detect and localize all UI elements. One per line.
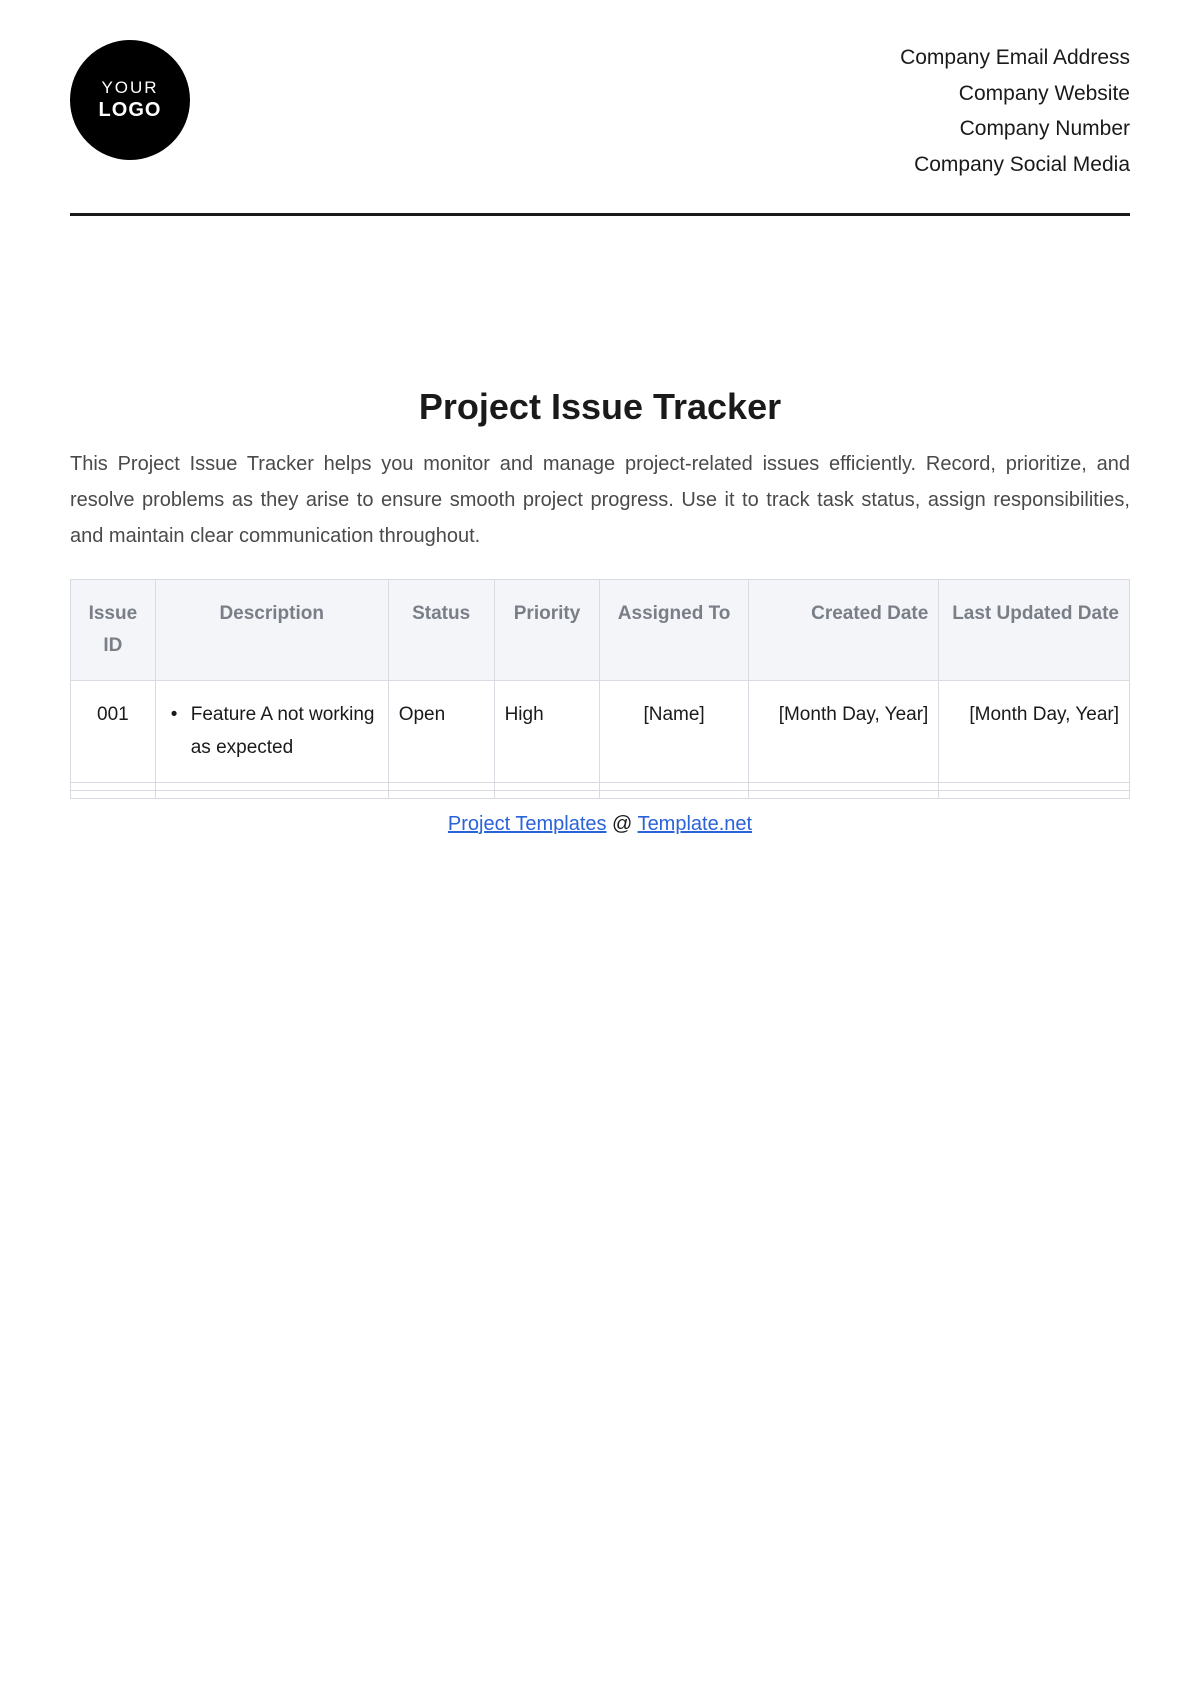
cell-status: Open (388, 681, 494, 783)
logo-placeholder: YOUR LOGO (70, 40, 190, 160)
table-empty-row (71, 790, 1130, 798)
logo-text-line2: LOGO (99, 98, 162, 122)
cell-assigned-to: [Name] (600, 681, 748, 783)
cell-priority: High (494, 681, 600, 783)
company-website: Company Website (900, 76, 1130, 112)
table-empty-row (71, 782, 1130, 790)
header-issue-id: Issue ID (71, 579, 156, 681)
header-priority: Priority (494, 579, 600, 681)
cell-last-updated: [Month Day, Year] (939, 681, 1130, 783)
company-info-block: Company Email Address Company Website Co… (900, 40, 1130, 183)
header-last-updated: Last Updated Date (939, 579, 1130, 681)
header-created-date: Created Date (748, 579, 939, 681)
table-row: 001 Feature A not working as expected Op… (71, 681, 1130, 783)
description-paragraph: This Project Issue Tracker helps you mon… (70, 446, 1130, 554)
logo-text-line1: YOUR (101, 78, 158, 98)
company-number: Company Number (900, 111, 1130, 147)
description-bullet-item: Feature A not working as expected (171, 699, 378, 764)
issue-tracker-table: Issue ID Description Status Priority Ass… (70, 579, 1130, 799)
header-description: Description (155, 579, 388, 681)
document-header: YOUR LOGO Company Email Address Company … (70, 40, 1130, 216)
cell-created-date: [Month Day, Year] (748, 681, 939, 783)
table-header-row: Issue ID Description Status Priority Ass… (71, 579, 1130, 681)
company-social: Company Social Media (900, 147, 1130, 183)
footer-link-templatenet[interactable]: Template.net (638, 813, 753, 835)
header-status: Status (388, 579, 494, 681)
cell-description: Feature A not working as expected (155, 681, 388, 783)
cell-issue-id: 001 (71, 681, 156, 783)
company-email: Company Email Address (900, 40, 1130, 76)
page-title: Project Issue Tracker (70, 386, 1130, 428)
footer-separator: @ (607, 813, 638, 835)
footer: Project Templates @ Template.net (70, 813, 1130, 836)
footer-link-templates[interactable]: Project Templates (448, 813, 607, 835)
logo-container: YOUR LOGO (70, 40, 190, 160)
header-assigned-to: Assigned To (600, 579, 748, 681)
